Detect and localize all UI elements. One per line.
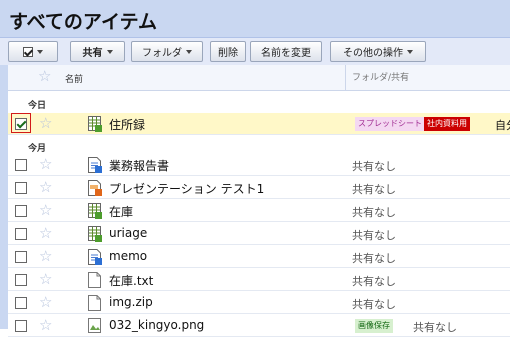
column-share[interactable]: フォルダ/共有 xyxy=(345,65,409,91)
share-status: 共有なし xyxy=(352,298,396,311)
share-status: 共有なし xyxy=(413,321,457,334)
title-bar: すべてのアイテム xyxy=(0,0,510,38)
share-status: 共有なし xyxy=(352,229,396,242)
rename-button[interactable]: 名前を変更 xyxy=(250,41,322,62)
star-icon[interactable]: ☆ xyxy=(39,272,52,287)
group-today: 今日 xyxy=(28,101,47,111)
file-name[interactable]: img.zip xyxy=(109,295,153,309)
share-button[interactable]: 共有 xyxy=(70,41,125,62)
label-badge[interactable]: スプレッドシート xyxy=(355,117,425,131)
list-item[interactable]: ☆ memo 共有なし xyxy=(8,246,510,268)
row-checkbox[interactable] xyxy=(15,182,27,194)
list-item[interactable]: ☆ 在庫 共有なし xyxy=(8,200,510,222)
spreadsheet-icon xyxy=(88,203,102,219)
list-item[interactable]: ☆ img.zip 共有なし xyxy=(8,292,510,314)
row-checkbox[interactable] xyxy=(15,320,27,332)
list-item[interactable]: ☆ プレゼンテーション テスト1 共有なし xyxy=(8,177,510,199)
list-item[interactable]: ☆ 住所録 スプレッドシート 社内資料用 自分 xyxy=(8,113,510,135)
file-icon xyxy=(88,272,101,288)
label-badge[interactable]: 社内資料用 xyxy=(424,117,470,131)
owner-text: 自分 xyxy=(495,119,510,132)
chevron-down-icon xyxy=(37,49,43,54)
spreadsheet-icon xyxy=(88,116,102,132)
file-name[interactable]: uriage xyxy=(109,226,147,240)
list-item[interactable]: ☆ 業務報告書 共有なし xyxy=(8,154,510,176)
list-item[interactable]: ☆ 032_kingyo.png 画像保存 共有なし xyxy=(8,315,510,337)
document-icon xyxy=(88,249,102,265)
file-name[interactable]: 住所録 xyxy=(109,116,145,133)
file-name[interactable]: memo xyxy=(109,249,147,263)
share-status: 共有なし xyxy=(352,206,396,219)
star-icon[interactable]: ☆ xyxy=(39,180,52,195)
row-checkbox[interactable] xyxy=(15,159,27,171)
presentation-icon xyxy=(88,180,102,196)
chevron-down-icon xyxy=(106,49,113,54)
share-status: 共有なし xyxy=(352,252,396,265)
file-name[interactable]: 032_kingyo.png xyxy=(109,318,204,332)
file-name[interactable]: 在庫.txt xyxy=(109,272,153,289)
chevron-down-icon xyxy=(186,49,192,54)
document-icon xyxy=(88,157,102,173)
image-icon xyxy=(88,318,101,333)
list-item[interactable]: ☆ 在庫.txt 共有なし xyxy=(8,269,510,291)
row-checkbox[interactable] xyxy=(15,274,27,286)
row-checkbox[interactable] xyxy=(15,251,27,263)
share-status: 共有なし xyxy=(352,183,396,196)
row-checkbox[interactable] xyxy=(15,228,27,240)
file-name[interactable]: プレゼンテーション テスト1 xyxy=(109,180,264,197)
star-icon[interactable]: ☆ xyxy=(39,226,52,241)
more-actions-button[interactable]: その他の操作 xyxy=(330,41,426,62)
row-checkbox[interactable] xyxy=(15,118,27,130)
folder-button[interactable]: フォルダ xyxy=(131,41,203,62)
row-checkbox[interactable] xyxy=(15,205,27,217)
column-name[interactable]: 名前 xyxy=(65,72,83,85)
star-icon[interactable]: ☆ xyxy=(39,203,52,218)
chevron-down-icon xyxy=(407,49,413,54)
star-icon[interactable]: ☆ xyxy=(38,69,51,84)
label-badge[interactable]: 画像保存 xyxy=(355,319,393,333)
page-title: すべてのアイテム xyxy=(9,11,158,33)
star-icon[interactable]: ☆ xyxy=(39,295,52,310)
toolbar: 共有 フォルダ 削除 名前を変更 その他の操作 xyxy=(0,38,510,65)
star-icon[interactable]: ☆ xyxy=(39,116,52,131)
share-status: 共有なし xyxy=(352,160,396,173)
row-checkbox[interactable] xyxy=(15,297,27,309)
left-border xyxy=(0,65,8,329)
star-icon[interactable]: ☆ xyxy=(39,249,52,264)
file-name[interactable]: 在庫 xyxy=(109,203,133,220)
list-item[interactable]: ☆ uriage 共有なし xyxy=(8,223,510,245)
share-status: 共有なし xyxy=(352,275,396,288)
list-header: ☆ 名前 フォルダ/共有 xyxy=(8,65,510,91)
select-menu-button[interactable] xyxy=(8,41,58,62)
star-icon[interactable]: ☆ xyxy=(39,318,52,333)
star-icon[interactable]: ☆ xyxy=(39,157,52,172)
spreadsheet-icon xyxy=(88,226,102,242)
file-icon xyxy=(88,295,101,311)
group-this-month: 今月 xyxy=(28,144,47,154)
checkbox-icon xyxy=(23,46,33,57)
delete-button[interactable]: 削除 xyxy=(210,41,246,62)
file-name[interactable]: 業務報告書 xyxy=(109,157,169,174)
